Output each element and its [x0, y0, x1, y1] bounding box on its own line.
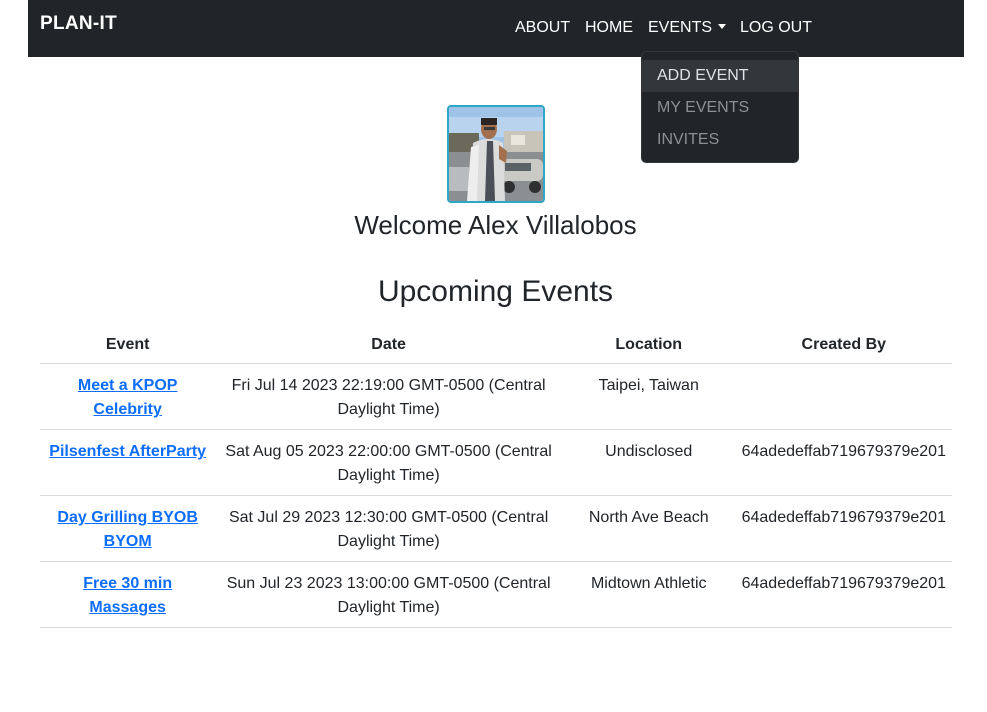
event-cell: Free 30 min Massages — [40, 561, 216, 628]
profile-avatar — [447, 105, 545, 203]
date-cell: Sat Aug 05 2023 22:00:00 GMT-0500 (Centr… — [215, 429, 562, 496]
nav-about-link[interactable]: ABOUT — [515, 19, 570, 37]
events-table: Event Date Location Created By Meet a KP… — [40, 326, 952, 628]
welcome-message: Welcome Alex Villalobos — [354, 210, 637, 240]
event-link[interactable]: Pilsenfest AfterParty — [49, 443, 206, 460]
event-link[interactable]: Meet a KPOP Celebrity — [78, 377, 178, 418]
table-row: Pilsenfest AfterParty Sat Aug 05 2023 22… — [40, 429, 952, 496]
dropdown-item-add-event[interactable]: ADD EVENT — [642, 60, 798, 92]
event-link[interactable]: Day Grilling BYOB BYOM — [57, 509, 197, 550]
profile-photo — [449, 107, 543, 201]
column-header-created-by: Created By — [735, 326, 952, 364]
created-by-cell: 64adedeffab719679379e201 — [735, 561, 952, 628]
table-row: Free 30 min Massages Sun Jul 23 2023 13:… — [40, 561, 952, 628]
nav-logout-link[interactable]: LOG OUT — [740, 19, 812, 37]
column-header-event: Event — [40, 326, 216, 364]
location-cell: Taipei, Taiwan — [561, 363, 736, 430]
location-cell: Midtown Athletic — [561, 561, 736, 628]
column-header-location: Location — [561, 326, 736, 364]
upcoming-events-heading: Upcoming Events — [377, 275, 614, 308]
created-by-cell: 64adedeffab719679379e201 — [735, 495, 952, 562]
created-by-cell — [735, 363, 952, 430]
events-dropdown-menu: ADD EVENT MY EVENTS INVITES — [641, 51, 799, 163]
event-link[interactable]: Free 30 min Massages — [83, 575, 172, 616]
table-row: Day Grilling BYOB BYOM Sat Jul 29 2023 1… — [40, 495, 952, 562]
nav-home-link[interactable]: HOME — [585, 19, 633, 37]
dropdown-item-invites[interactable]: INVITES — [642, 124, 798, 156]
location-cell: North Ave Beach — [561, 495, 736, 562]
top-navbar: PLAN-IT ABOUT HOME EVENTS LOG OUT — [28, 0, 964, 57]
nav-events-dropdown-toggle[interactable]: EVENTS — [648, 19, 727, 37]
location-cell: Undisclosed — [561, 429, 736, 496]
nav-events-label: EVENTS — [648, 19, 713, 36]
date-cell: Sun Jul 23 2023 13:00:00 GMT-0500 (Centr… — [215, 561, 562, 628]
created-by-cell: 64adedeffab719679379e201 — [735, 429, 952, 496]
caret-down-icon — [718, 24, 727, 29]
table-row: Meet a KPOP Celebrity Fri Jul 14 2023 22… — [40, 363, 952, 430]
brand-logo-link[interactable]: PLAN-IT — [40, 13, 117, 35]
dropdown-item-my-events[interactable]: MY EVENTS — [642, 92, 798, 124]
event-cell: Pilsenfest AfterParty — [40, 429, 216, 496]
table-header-row: Event Date Location Created By — [40, 326, 952, 364]
date-cell: Fri Jul 14 2023 22:19:00 GMT-0500 (Centr… — [215, 363, 562, 430]
event-cell: Day Grilling BYOB BYOM — [40, 495, 216, 562]
date-cell: Sat Jul 29 2023 12:30:00 GMT-0500 (Centr… — [215, 495, 562, 562]
column-header-date: Date — [215, 326, 562, 364]
event-cell: Meet a KPOP Celebrity — [40, 363, 216, 430]
